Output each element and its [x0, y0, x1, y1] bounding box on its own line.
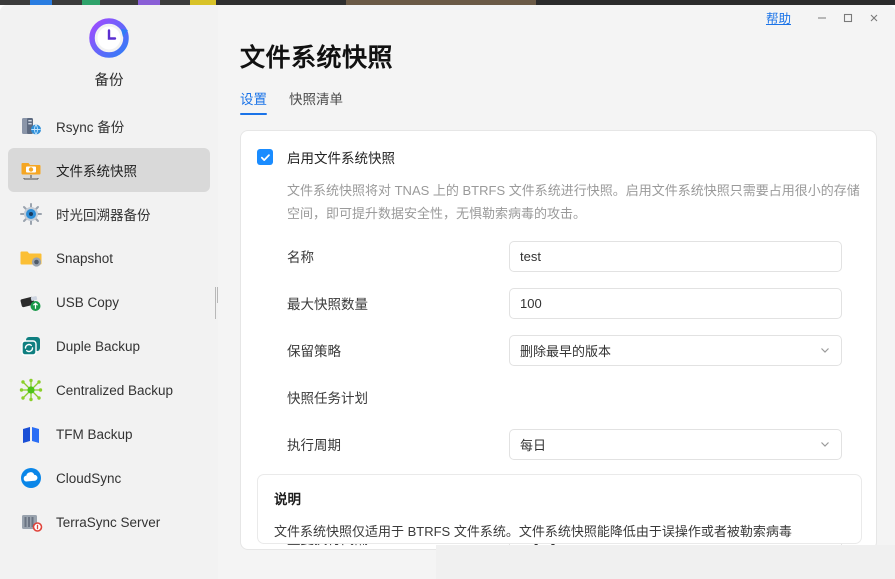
close-icon[interactable] [861, 8, 887, 28]
frequency-value: 每日 [520, 435, 546, 454]
description-note: 说明 文件系统快照仅适用于 BTRFS 文件系统。文件系统快照能降低由于误操作或… [257, 474, 862, 544]
sidebar-item-label: USB Copy [56, 295, 119, 310]
retention-policy-label: 保留策略 [241, 340, 509, 360]
sidebar-item-label: 时光回溯器备份 [56, 204, 151, 224]
sidebar-brand-label: 备份 [0, 69, 218, 90]
centralized-backup-icon [18, 377, 44, 403]
name-input[interactable]: test [509, 241, 842, 272]
snapshot-folder-icon [18, 245, 44, 271]
sidebar-item-terrasync-server[interactable]: TerraSync Server [8, 500, 210, 544]
sidebar-item-label: 文件系统快照 [56, 160, 137, 180]
sidebar-item-label: Duple Backup [56, 339, 140, 354]
tab-settings[interactable]: 设置 [240, 88, 267, 115]
app-window-frame: 备份 Rsync 备份 [0, 5, 895, 579]
window-titlebar: 帮助 [218, 5, 895, 30]
sidebar-brand: 备份 [0, 5, 218, 90]
sidebar-item-snapshot[interactable]: Snapshot [8, 236, 210, 280]
note-body: 文件系统快照仅适用于 BTRFS 文件系统。文件系统快照能降低由于误操作或者被勒… [274, 521, 845, 542]
retention-policy-value: 删除最早的版本 [520, 341, 611, 360]
footer-bar: 应用 [436, 545, 895, 579]
duple-backup-icon [18, 333, 44, 359]
field-row-schedule-heading: 快照任务计划 [241, 380, 876, 414]
sidebar-item-rsync-backup[interactable]: Rsync 备份 [8, 104, 210, 148]
schedule-heading: 快照任务计划 [241, 387, 368, 407]
enable-snapshot-row[interactable]: 启用文件系统快照 [257, 147, 876, 167]
minimize-icon[interactable] [809, 8, 835, 28]
sidebar-item-duple-backup[interactable]: Duple Backup [8, 324, 210, 368]
frequency-label: 执行周期 [241, 434, 509, 454]
sidebar-item-label: Centralized Backup [56, 383, 173, 398]
field-row-frequency: 执行周期 每日 [241, 427, 876, 461]
sidebar: 备份 Rsync 备份 [0, 5, 218, 579]
usb-copy-icon [18, 289, 44, 315]
maximize-icon[interactable] [835, 8, 861, 28]
field-row-retention-policy: 保留策略 删除最早的版本 [241, 333, 876, 367]
max-snapshots-label: 最大快照数量 [241, 293, 509, 313]
main-content: 帮助 文件系统快照 设置 快照清单 [218, 5, 895, 579]
name-input-value: test [520, 249, 541, 264]
sidebar-item-label: TerraSync Server [56, 515, 160, 530]
tab-snapshot-list[interactable]: 快照清单 [289, 88, 343, 115]
field-row-name: 名称 test [241, 239, 876, 273]
max-snapshots-input[interactable]: 100 [509, 288, 842, 319]
check-icon [260, 152, 271, 163]
time-machine-icon [18, 201, 44, 227]
field-row-max-snapshots: 最大快照数量 100 [241, 286, 876, 320]
application-window: 备份 Rsync 备份 [0, 0, 895, 579]
sidebar-item-filesystem-snapshot[interactable]: 文件系统快照 [8, 148, 210, 192]
settings-card: 启用文件系统快照 文件系统快照将对 TNAS 上的 BTRFS 文件系统进行快照… [240, 130, 877, 550]
sidebar-item-centralized-backup[interactable]: Centralized Backup [8, 368, 210, 412]
note-title: 说明 [274, 488, 845, 508]
chevron-down-icon [819, 438, 831, 450]
sidebar-item-label: CloudSync [56, 471, 121, 486]
sidebar-item-label: Snapshot [56, 251, 113, 266]
clock-backup-icon [88, 17, 130, 59]
tab-bar: 设置 快照清单 [240, 88, 895, 115]
name-label: 名称 [241, 246, 509, 266]
terrasync-server-icon [18, 509, 44, 535]
enable-snapshot-checkbox[interactable] [257, 149, 273, 165]
rsync-server-icon [18, 113, 44, 139]
retention-policy-select[interactable]: 删除最早的版本 [509, 335, 842, 366]
sidebar-nav: Rsync 备份 文件系统快照 [0, 104, 218, 544]
chevron-down-icon [819, 344, 831, 356]
sidebar-item-tfm-backup[interactable]: TFM Backup [8, 412, 210, 456]
help-link[interactable]: 帮助 [766, 8, 791, 27]
page-title: 文件系统快照 [240, 38, 895, 74]
tfm-backup-icon [18, 421, 44, 447]
filesystem-snapshot-icon [18, 157, 44, 183]
frequency-select[interactable]: 每日 [509, 429, 842, 460]
sidebar-item-label: TFM Backup [56, 427, 133, 442]
max-snapshots-input-value: 100 [520, 296, 542, 311]
sidebar-item-label: Rsync 备份 [56, 116, 124, 136]
sidebar-item-time-machine-backup[interactable]: 时光回溯器备份 [8, 192, 210, 236]
enable-snapshot-description: 文件系统快照将对 TNAS 上的 BTRFS 文件系统进行快照。启用文件系统快照… [287, 179, 862, 225]
enable-snapshot-label: 启用文件系统快照 [287, 147, 395, 167]
cloudsync-icon [18, 465, 44, 491]
sidebar-item-usb-copy[interactable]: USB Copy [8, 280, 210, 324]
sidebar-item-cloudsync[interactable]: CloudSync [8, 456, 210, 500]
